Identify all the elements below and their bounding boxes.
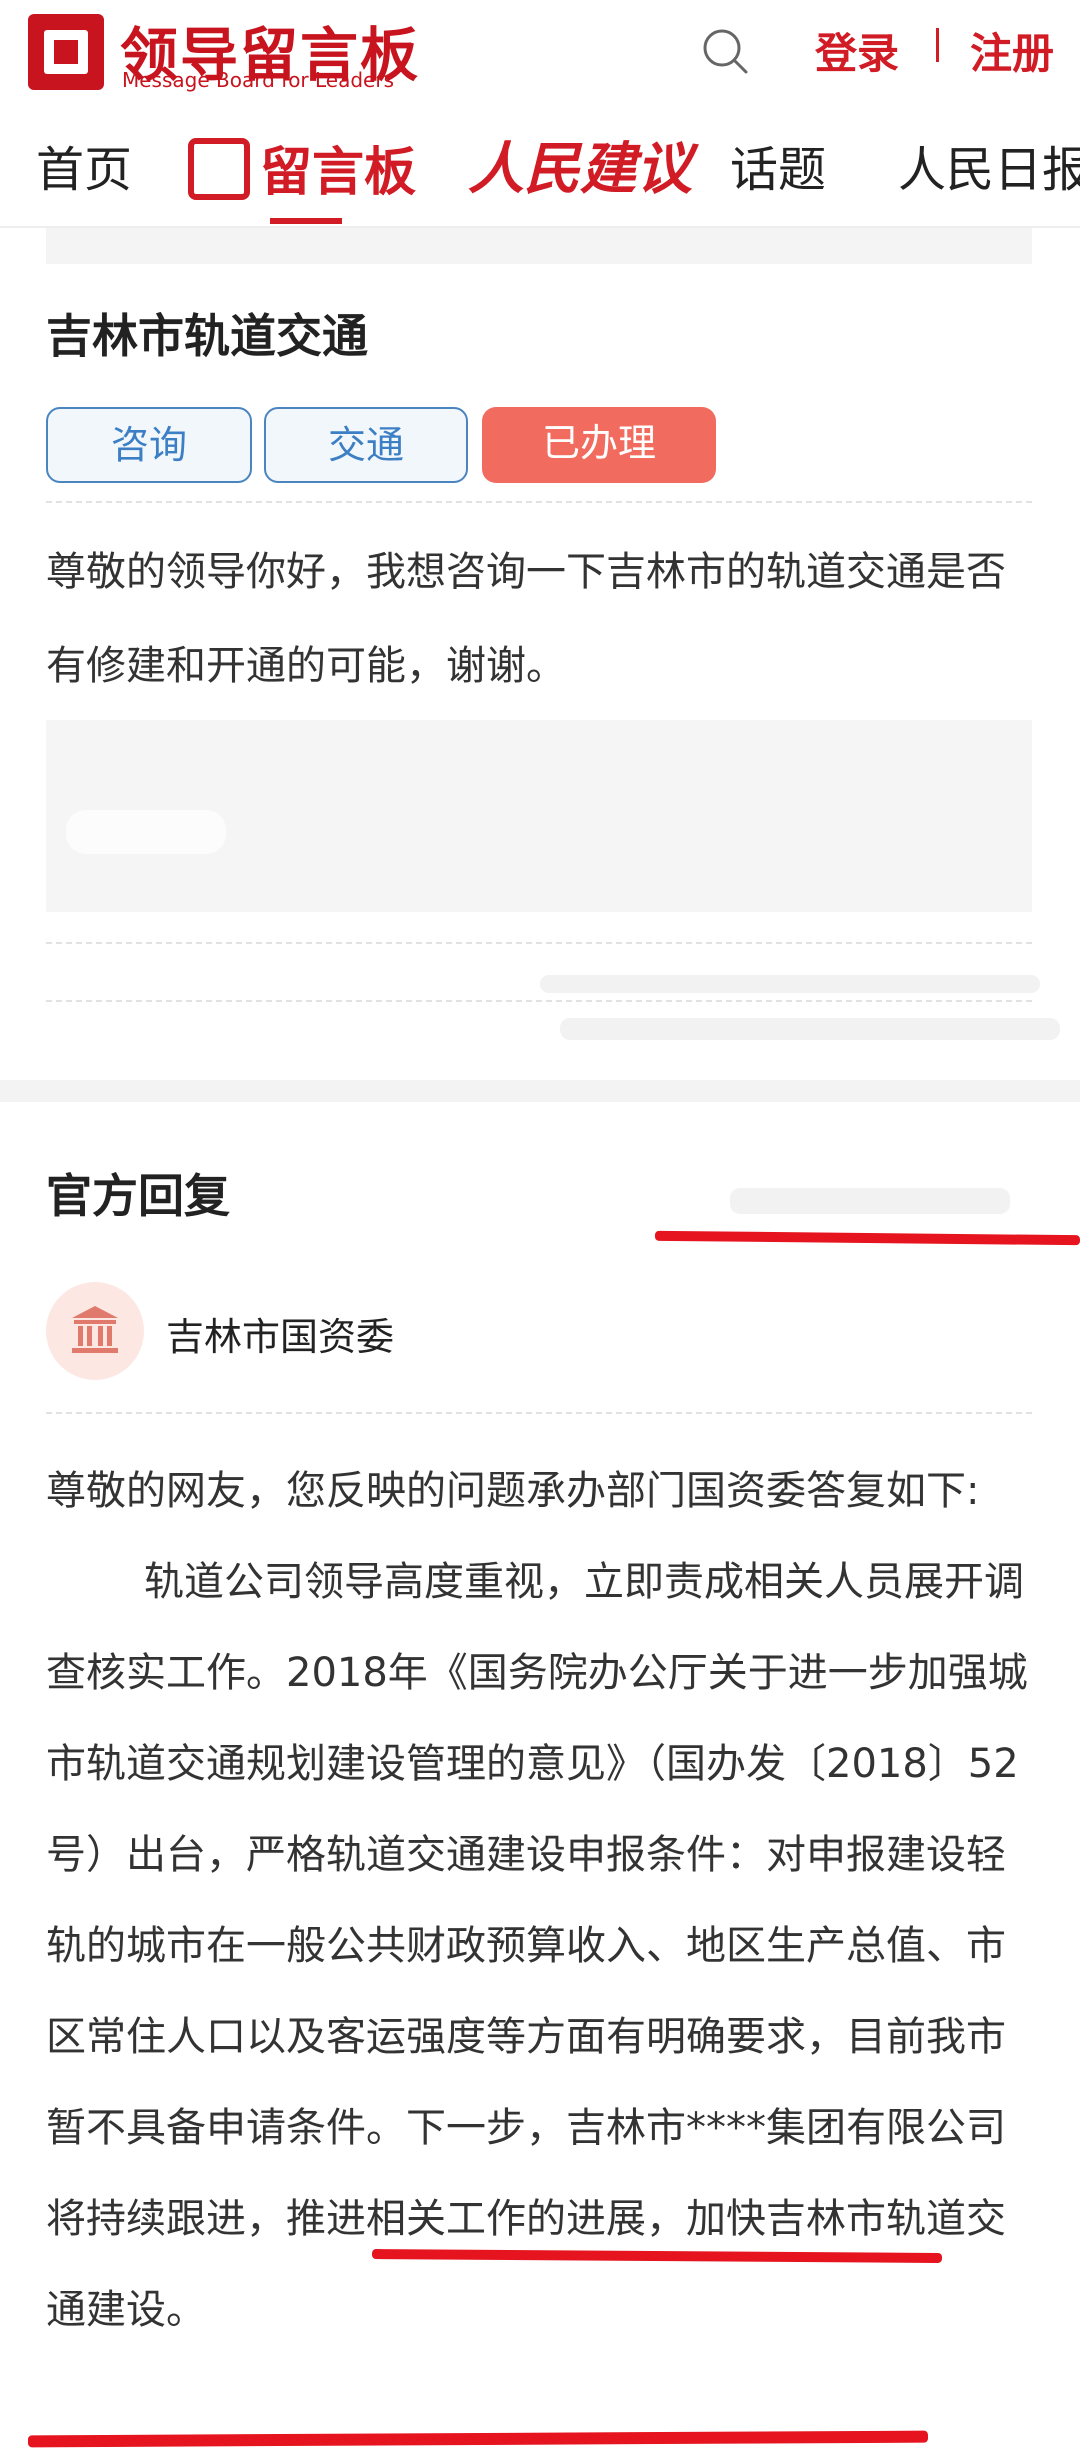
logo-subtitle: Message Board for Leaders [122, 68, 395, 92]
divider [46, 1412, 1032, 1414]
search-icon[interactable] [700, 26, 750, 76]
org-name: 吉林市国资委 [166, 1315, 395, 1359]
logo-icon[interactable] [28, 14, 104, 90]
header-divider [936, 28, 939, 62]
nav-item-topics[interactable]: 话题 [730, 130, 826, 200]
message-title: 吉林市轨道交通 [46, 309, 368, 363]
blurred-content [66, 810, 226, 854]
reply-text: 轨道公司领导高度重视，立即责成相关人员展开调查核实工作。2018年《国务院办公厅… [46, 1559, 1028, 2060]
nav-item-people-suggestion[interactable]: 人民建议 [468, 124, 692, 205]
reply-paragraph: 尊敬的网友，您反映的问题承办部门国资委答复如下: [46, 1468, 980, 1514]
previous-content-strip [46, 228, 1032, 264]
login-link[interactable]: 登录 [815, 20, 899, 81]
blurred-meta [560, 1018, 1060, 1040]
attachment-placeholder [46, 720, 1032, 912]
register-link[interactable]: 注册 [970, 20, 1054, 81]
top-header: 领导留言板 Message Board for Leaders 登录 注册 [0, 0, 1080, 118]
reply-section-title: 官方回复 [46, 1169, 230, 1223]
reply-paragraph: 轨道公司领导高度重视，立即责成相关人员展开调查核实工作。2018年《国务院办公厅… [46, 1537, 1036, 2356]
divider [46, 501, 1032, 503]
org-avatar [46, 1282, 144, 1380]
blurred-date [730, 1188, 1010, 1214]
pen-icon [188, 138, 250, 200]
reply-body: 尊敬的网友，您反映的问题承办部门国资委答复如下: 轨道公司领导高度重视，立即责成… [46, 1446, 1036, 2356]
nav-board-label: 留言板 [260, 143, 417, 203]
status-badge: 已办理 [482, 407, 716, 483]
section-separator [0, 1080, 1080, 1102]
nav-active-indicator [270, 218, 342, 224]
nav-item-home[interactable]: 首页 [36, 130, 132, 200]
red-annotation-line [27, 2430, 929, 2448]
main-nav: 首页 留言板 人民建议 话题 人民日报 [0, 118, 1080, 228]
government-building-icon [72, 1306, 118, 1353]
message-body: 尊敬的领导你好，我想咨询一下吉林市的轨道交通是否有修建和开通的可能，谢谢。 [46, 549, 1006, 689]
tag-consult[interactable]: 咨询 [46, 407, 252, 483]
divider [46, 1000, 1032, 1002]
tag-traffic[interactable]: 交通 [264, 407, 468, 483]
red-annotation-line [654, 1230, 1080, 1246]
nav-item-people-daily[interactable]: 人民日报 [898, 130, 1080, 200]
divider [46, 942, 1032, 944]
blurred-meta [540, 975, 1040, 993]
